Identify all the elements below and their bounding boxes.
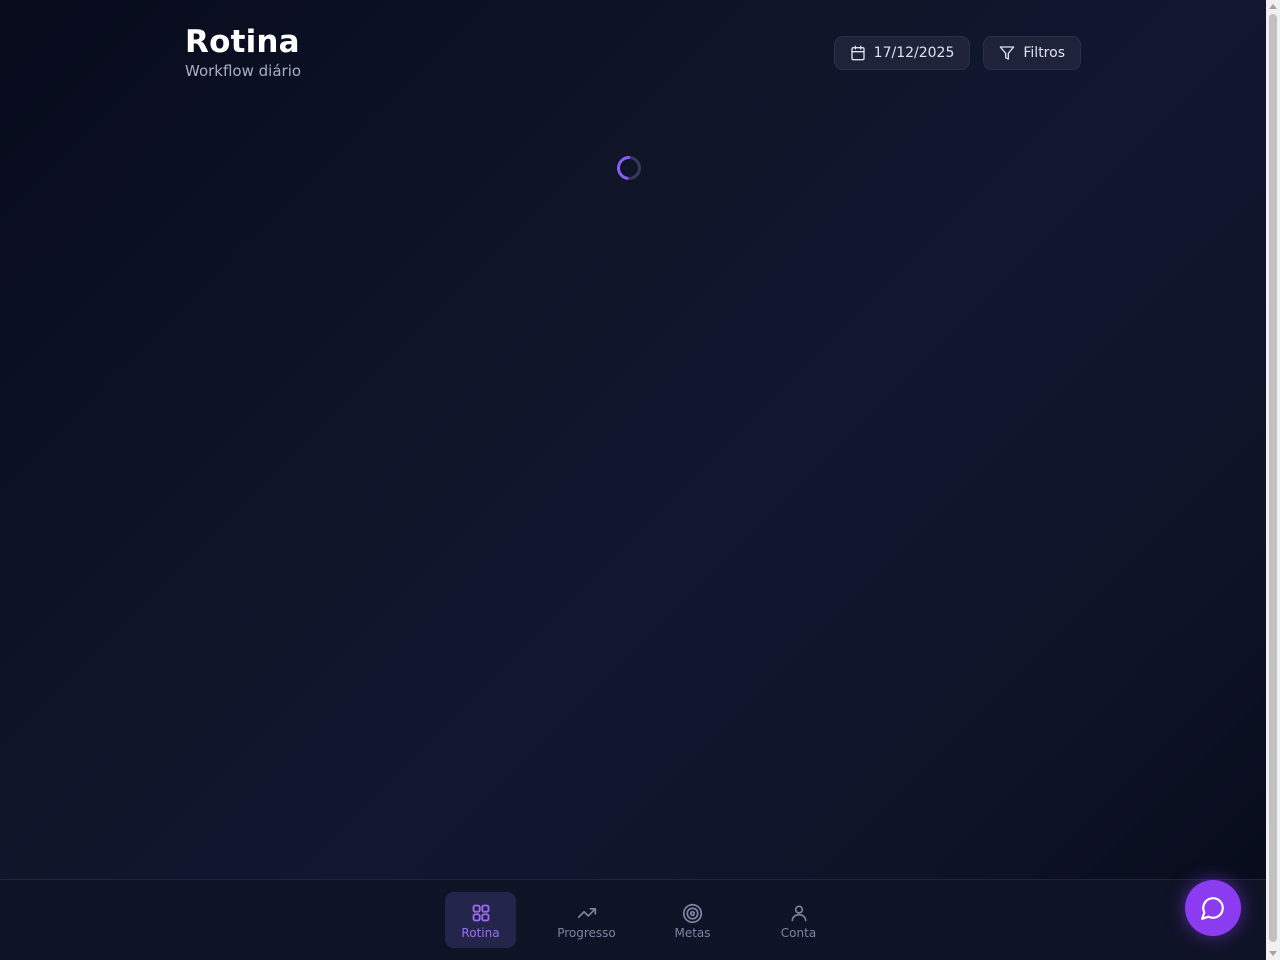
page-title: Rotina [185,24,300,60]
date-picker-button[interactable]: 17/12/2025 [833,36,971,70]
nav-item-label: Progresso [557,926,616,940]
user-icon [789,902,809,924]
nav-item-label: Rotina [461,926,500,940]
page-header: Rotina Workflow diário [185,24,301,81]
chat-fab-button[interactable] [1185,880,1241,936]
nav-items: Rotina Progresso Metas Conta [445,892,834,948]
scroll-down-arrow-icon[interactable] [1269,951,1277,956]
nav-item-conta[interactable]: Conta [763,892,834,948]
target-icon [682,902,703,924]
page-subtitle: Workflow diário [185,62,302,80]
nav-item-label: Metas [674,926,711,940]
grid-icon [471,902,491,924]
filters-button[interactable]: Filtros [983,36,1081,70]
nav-item-progresso[interactable]: Progresso [551,892,622,948]
filters-label: Filtros [1023,45,1065,61]
date-label: 17/12/2025 [873,45,955,61]
vertical-scrollbar[interactable] [1266,0,1280,960]
trending-up-icon [577,902,597,924]
scrollbar-thumb[interactable] [1269,14,1277,942]
calendar-icon [850,45,866,61]
header-actions: 17/12/2025 Filtros [833,36,1081,70]
filter-icon [999,45,1015,61]
nav-item-metas[interactable]: Metas [657,892,728,948]
nav-item-rotina[interactable]: Rotina [445,892,516,948]
nav-item-label: Conta [780,926,817,940]
scroll-up-arrow-icon[interactable] [1269,4,1277,9]
chat-icon [1200,895,1226,921]
main-page: Rotina Workflow diário 17/12/2025 Filtro… [0,0,1266,879]
bottom-navigation: Rotina Progresso Metas Conta [0,879,1266,960]
loading-spinner [612,151,646,185]
